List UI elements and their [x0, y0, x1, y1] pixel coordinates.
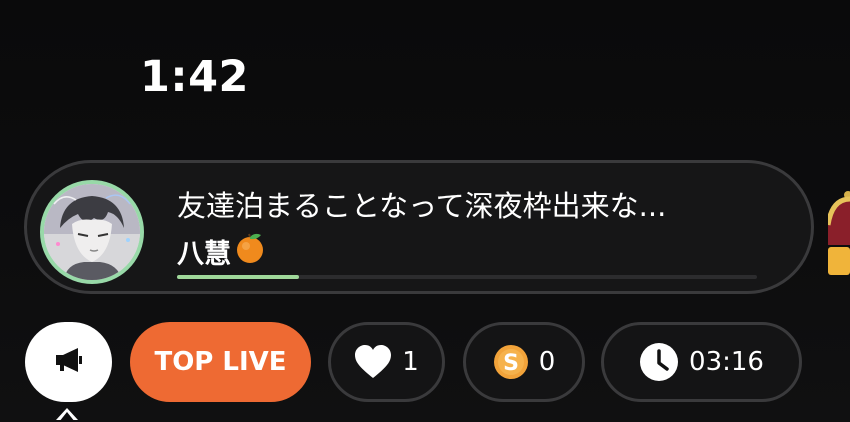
stream-title: 友達泊まることなって深夜枠出来な... — [177, 189, 667, 223]
avatar-illustration — [44, 184, 140, 280]
status-bar-time: 1:42 — [140, 52, 249, 102]
timer-value: 03:16 — [689, 347, 764, 377]
live-card[interactable]: 友達泊まることなって深夜枠出来な... 八慧 — [24, 160, 814, 294]
orange-icon — [233, 231, 267, 272]
live-stream-screen: 1:42 友達泊まることなって深夜枠出来な... 八慧 TOP LIVE 1 S… — [0, 0, 850, 422]
top-live-button[interactable]: TOP LIVE — [130, 322, 311, 402]
heart-icon — [354, 345, 392, 379]
coins-button[interactable]: S 0 — [463, 322, 585, 402]
megaphone-button[interactable] — [25, 322, 112, 402]
tooltip-caret-inner — [59, 412, 75, 422]
stream-progress-bar — [177, 275, 757, 279]
stream-timer[interactable]: 03:16 — [601, 322, 802, 402]
stream-progress-fill — [177, 275, 299, 279]
coins-count: 0 — [538, 347, 556, 377]
clock-icon — [639, 342, 679, 382]
coin-s-icon: S — [493, 344, 529, 380]
megaphone-icon — [52, 343, 86, 381]
gift-icon[interactable] — [825, 185, 850, 277]
streamer-name: 八慧 — [177, 239, 231, 270]
avatar[interactable] — [40, 180, 144, 284]
likes-button[interactable]: 1 — [328, 322, 445, 402]
coin-letter: S — [503, 351, 519, 376]
likes-count: 1 — [402, 347, 419, 377]
streamer-name-row: 八慧 — [177, 231, 267, 272]
